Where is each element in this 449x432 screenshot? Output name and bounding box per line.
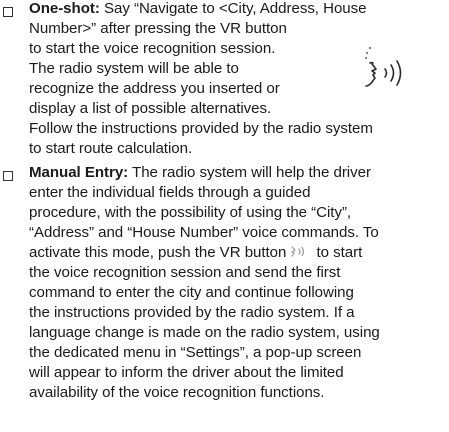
text-line: availability of the voice recognition fu… [29,384,325,401]
text-line: Manual Entry: The radio system will help… [29,164,371,181]
text-line: procedure, with the possibility of using… [29,204,352,221]
text-line: the dedicated menu in “Settings”, a pop-… [29,344,362,361]
checkbox-one-shot[interactable] [3,7,13,17]
manual-page: One-shot: Say “Navigate to <City, Addres… [0,0,449,432]
text-line: enter the individual fields through a gu… [29,184,311,201]
text-line: recognize the address you inserted or [29,80,280,97]
text-line: The radio system will be able to [29,60,239,77]
vr-button-icon [291,246,305,257]
text-line: the voice recognition session and send t… [29,264,341,281]
checkbox-manual-entry[interactable] [3,171,13,181]
text-line: “Address” and “House Number” voice comma… [29,224,379,241]
item-lead-one-shot: One-shot: [29,0,100,17]
text-line: Number>” after pressing the VR button [29,20,287,37]
speaking-head-icon [365,47,402,87]
text-line: One-shot: Say “Navigate to <City, Addres… [29,0,367,17]
text-line: the instructions provided by the radio s… [29,304,355,321]
text-line: Follow the instructions provided by the … [29,120,373,137]
text-line: language change is made on the radio sys… [29,324,380,341]
text-line: to start the voice recognition session. [29,40,276,57]
text-line: activate this mode, push the VR button t… [29,244,363,261]
text-line: will appear to inform the driver about t… [29,364,344,381]
text-line: display a list of possible alternatives. [29,100,272,117]
text-line: to start route calculation. [29,140,193,157]
text-line: command to enter the city and continue f… [29,284,354,301]
item-lead-manual-entry: Manual Entry: [29,164,129,181]
